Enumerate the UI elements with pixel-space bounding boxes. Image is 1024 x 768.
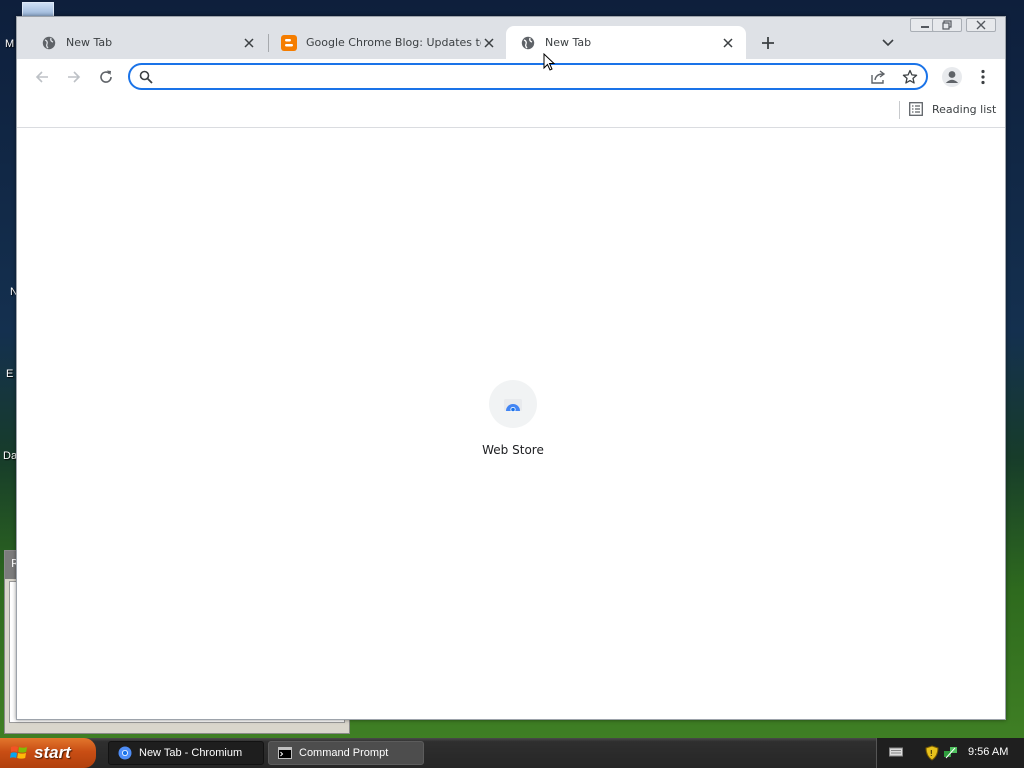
clock[interactable]: 9:56 AM [968, 746, 1008, 758]
desktop-icon-label[interactable]: E [6, 368, 13, 380]
reading-list-button[interactable]: Reading list [909, 102, 996, 116]
close-window-button[interactable] [966, 18, 996, 32]
search-icon [139, 70, 153, 87]
shortcut-tile [489, 380, 537, 428]
tab-title: Google Chrome Blog: Updates to Chr [306, 36, 481, 49]
reload-icon [100, 70, 112, 83]
forward-button[interactable] [64, 67, 84, 87]
network-icon[interactable] [943, 745, 959, 761]
restore-icon [942, 20, 952, 30]
mouse-cursor-icon [543, 52, 557, 78]
browser-window: New Tab Google Chrome Blog: Updates to C… [16, 16, 1006, 720]
arrow-left-icon [35, 71, 48, 83]
start-button[interactable]: start [0, 738, 96, 768]
tab-chrome-blog[interactable]: Google Chrome Blog: Updates to Chr [267, 26, 507, 59]
maximize-button[interactable] [932, 18, 962, 32]
cmd-icon [277, 745, 293, 761]
bookmarks-bar: Reading list [17, 95, 1005, 128]
bookmarks-divider [899, 101, 900, 119]
omnibox[interactable] [128, 63, 928, 90]
new-tab-page: Web Store [17, 128, 1005, 719]
windows-logo-icon [10, 746, 27, 759]
address-input[interactable] [162, 67, 856, 88]
blogger-icon [281, 34, 297, 51]
profile-button[interactable] [940, 65, 964, 89]
close-icon [484, 37, 494, 48]
desktop-icon-label[interactable]: M [5, 38, 14, 50]
back-button[interactable] [32, 67, 52, 87]
plus-icon [762, 37, 774, 49]
tab-new-tab-1[interactable]: New Tab [27, 26, 267, 59]
globe-icon [520, 35, 536, 51]
svg-text:!: ! [930, 749, 933, 758]
shield-icon[interactable]: ! [925, 745, 939, 761]
reading-list-label: Reading list [932, 102, 997, 116]
tab-close-button[interactable] [241, 35, 257, 51]
tab-new-tab-active[interactable]: New Tab [506, 26, 746, 59]
tab-close-button[interactable] [720, 35, 736, 51]
more-vert-icon [981, 69, 985, 85]
reload-button[interactable] [96, 67, 116, 87]
tab-close-button[interactable] [481, 35, 497, 51]
tab-title: New Tab [545, 36, 592, 49]
arrow-right-icon [68, 71, 81, 83]
menu-button[interactable] [973, 67, 993, 87]
tab-search-button[interactable] [878, 33, 898, 53]
taskbar-item-label: Command Prompt [299, 747, 389, 759]
tab-title: New Tab [66, 36, 113, 49]
shortcut-label: Web Store [482, 443, 544, 457]
close-icon [244, 37, 254, 48]
chevron-down-icon [882, 39, 894, 47]
keyboard-icon[interactable] [889, 745, 903, 759]
bookmark-star-icon[interactable] [902, 69, 918, 88]
minimize-icon [921, 26, 929, 28]
chromium-icon [117, 745, 133, 761]
taskbar-item-label: New Tab - Chromium [139, 747, 243, 759]
start-label: start [34, 743, 71, 762]
tab-strip: New Tab Google Chrome Blog: Updates to C… [17, 17, 1005, 59]
taskbar-item-command-prompt[interactable]: Command Prompt [268, 741, 424, 765]
close-icon [976, 20, 986, 30]
share-icon[interactable] [870, 69, 886, 88]
avatar-icon [942, 67, 962, 87]
taskbar: start New Tab - Chromium Command Prompt … [0, 738, 1024, 768]
shortcut-web-store[interactable]: Web Store [473, 380, 553, 457]
reading-list-icon [909, 102, 923, 116]
web-store-icon [504, 399, 522, 412]
system-tray: ! 9:56 AM [876, 738, 1024, 768]
globe-icon [41, 35, 57, 51]
toolbar [17, 59, 1005, 95]
new-tab-button[interactable] [758, 33, 778, 53]
taskbar-item-chromium[interactable]: New Tab - Chromium [108, 741, 264, 765]
close-icon [723, 37, 733, 48]
desktop-icon-label[interactable]: Da [3, 450, 17, 462]
